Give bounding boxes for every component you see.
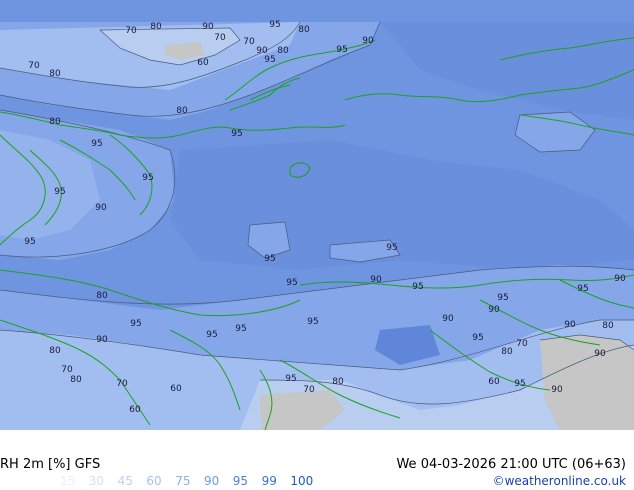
map-canvas: 70 80 90 95 8070 7090 80 959060 9570808095809595… — [0, 0, 634, 430]
contour-label: 95 — [285, 374, 296, 384]
contour-label: 80 — [298, 25, 310, 35]
contour-label: 80 — [602, 321, 614, 331]
contour-label: 95 — [269, 20, 280, 30]
contour-label: 95 — [577, 284, 588, 294]
contour-label: 70 — [28, 61, 40, 71]
contour-label: 95 — [472, 333, 483, 343]
contour-label: 95 — [91, 139, 102, 149]
contour-label: 95 — [514, 379, 525, 389]
rh-map: 70 80 90 95 80 70 70 90 80 95 90 60 95 70 80 80 95 80 95 95… — [0, 0, 634, 430]
contour-label: 95 — [142, 173, 153, 183]
contour-label: 80 — [49, 346, 61, 356]
contour-label: 70 — [516, 339, 528, 349]
contour-label: 90 — [594, 349, 606, 359]
contour-label: 80 — [176, 106, 188, 116]
contour-label: 70 — [303, 385, 315, 395]
contour-label: 95 — [264, 254, 275, 264]
contour-label: 90 — [370, 275, 382, 285]
contour-label: 95 — [24, 237, 35, 247]
legend-item: 75 — [175, 474, 191, 488]
contour-label: 90 — [551, 385, 563, 395]
contour-label: 95 — [54, 187, 65, 197]
contour-label: 80 — [49, 117, 61, 127]
contour-label: 90 — [564, 320, 576, 330]
contour-label: 60 — [197, 58, 209, 68]
contour-label: 80 — [49, 69, 61, 79]
contour-label: 95 — [235, 324, 246, 334]
legend-item: 60 — [146, 474, 162, 488]
contour-label: 80 — [332, 377, 344, 387]
legend-item: 30 — [88, 474, 105, 488]
contour-label: 90 — [614, 274, 626, 284]
map-footer: RH 2m [%] GFS We 04-03-2026 21:00 UTC (0… — [0, 430, 634, 490]
legend: 15 30 45 60 75 90 95 99 100 — [60, 474, 319, 488]
contour-label: 90 — [442, 314, 454, 324]
legend-item: 99 — [261, 474, 277, 488]
credit-link[interactable]: ©weatheronline.co.uk — [493, 474, 626, 488]
legend-item: 15 — [60, 474, 76, 488]
legend-item: 95 — [232, 474, 249, 488]
contour-label: 90 — [95, 203, 107, 213]
legend-item: 45 — [117, 474, 133, 488]
contour-label: 90 — [362, 36, 374, 46]
contour-label: 60 — [129, 405, 141, 415]
contour-label: 70 — [125, 26, 137, 36]
contour-label: 80 — [70, 375, 82, 385]
contour-label: 70 — [214, 33, 226, 43]
contour-label: 90 — [96, 335, 108, 345]
contour-label: 95 — [336, 45, 347, 55]
contour-label: 60 — [488, 377, 500, 387]
contour-label: 95 — [130, 319, 141, 329]
contour-label: 95 — [264, 55, 275, 65]
humidity-field-60-southeast — [540, 335, 634, 430]
contour-label: 70 — [116, 379, 128, 389]
legend-item: 90 — [203, 474, 220, 488]
legend-item: 100 — [290, 474, 314, 488]
contour-label: 95 — [206, 330, 217, 340]
contour-label: 95 — [307, 317, 318, 327]
contour-label: 70 — [61, 365, 73, 375]
contour-label: 95 — [286, 278, 297, 288]
contour-label: 90 — [202, 22, 214, 32]
contour-label: 80 — [150, 22, 162, 32]
contour-label: 80 — [277, 46, 289, 56]
map-datetime: We 04-03-2026 21:00 UTC (06+63) — [396, 457, 626, 472]
contour-label: 80 — [96, 291, 108, 301]
contour-label: 70 — [243, 37, 255, 47]
contour-label: 95 — [231, 129, 242, 139]
contour-label: 95 — [497, 293, 508, 303]
contour-label: 90 — [488, 305, 500, 315]
map-title: RH 2m [%] GFS — [0, 457, 101, 472]
contour-label: 95 — [386, 243, 397, 253]
contour-label: 60 — [170, 384, 182, 394]
contour-label: 80 — [501, 347, 513, 357]
contour-label: 95 — [412, 282, 423, 292]
